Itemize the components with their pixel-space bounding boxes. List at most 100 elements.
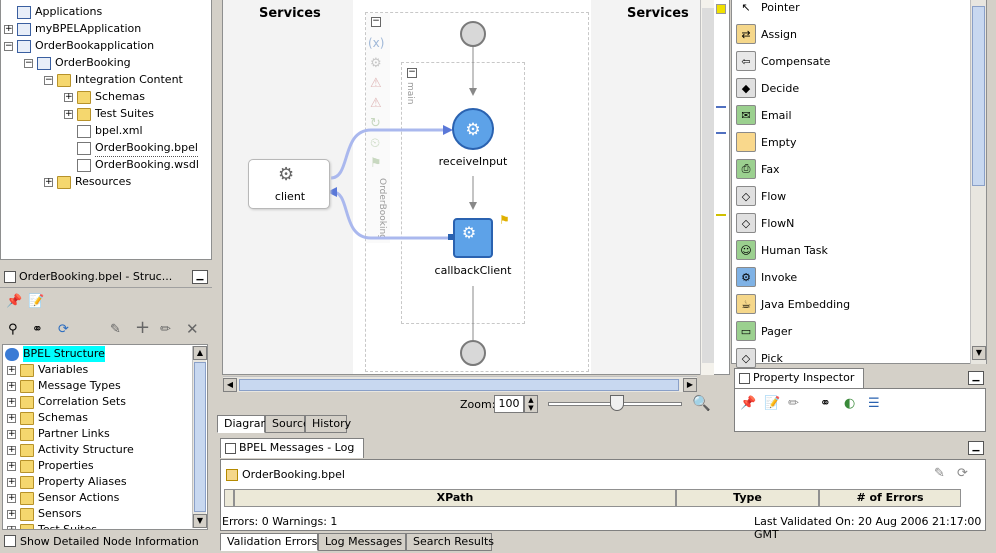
list-icon[interactable]: ☰	[868, 396, 880, 412]
structure-root[interactable]: BPEL Structure	[5, 346, 105, 362]
expand-icon[interactable]: +	[7, 525, 16, 529]
scroll-right-button[interactable]: ▶	[683, 378, 697, 392]
tab-search-results[interactable]: Search Results	[406, 533, 494, 551]
warning-marker[interactable]	[716, 4, 726, 14]
column-header-errors[interactable]: # of Errors	[819, 489, 961, 507]
app-tree-item[interactable]: − OrderBookapplication	[4, 38, 154, 54]
properties-icon[interactable]: 📝	[764, 396, 780, 412]
diagram-hscroll-thumb[interactable]	[239, 379, 679, 391]
app-tree-item[interactable]: − Integration Content	[44, 72, 183, 88]
palette-item-assign[interactable]: ⇄ Assign	[736, 23, 797, 45]
palette-item-empty[interactable]: Empty	[736, 131, 796, 153]
delete-icon[interactable]: ✕	[186, 321, 199, 337]
palette-scrollbar[interactable]: ▼	[970, 0, 986, 364]
expand-icon[interactable]: +	[7, 477, 16, 487]
palette-item-java-embedding[interactable]: ☕ Java Embedding	[736, 293, 850, 315]
app-tree-item[interactable]: + Schemas	[64, 89, 145, 105]
palette-item-flown[interactable]: ◇ FlowN	[736, 212, 794, 234]
structure-item[interactable]: + Partner Links	[7, 426, 110, 442]
structure-item[interactable]: + Sensors	[7, 506, 81, 522]
palette-scroll-thumb[interactable]	[972, 6, 985, 186]
app-tree-item[interactable]: bpel.xml	[64, 123, 143, 139]
expand-icon[interactable]: +	[7, 397, 16, 407]
pin-icon[interactable]: 📌	[6, 294, 22, 310]
log-minimize-button[interactable]: ▁	[968, 441, 984, 455]
structure-item[interactable]: + Variables	[7, 362, 88, 378]
app-tree-item[interactable]: Applications	[4, 4, 102, 20]
property-inspector-tab[interactable]: Property Inspector	[734, 368, 864, 388]
palette-item-pager[interactable]: ▭ Pager	[736, 320, 792, 342]
tab-source[interactable]: Source	[265, 415, 310, 433]
column-header-type[interactable]: Type	[676, 489, 819, 507]
expand-icon[interactable]: +	[7, 365, 16, 375]
expand-icon[interactable]: +	[64, 92, 73, 102]
palette-item-pick[interactable]: ◇ Pick	[736, 347, 783, 369]
tab-log-messages[interactable]: Log Messages	[318, 533, 406, 551]
app-tree-item[interactable]: + myBPELApplication	[4, 21, 141, 37]
column-header-xpath[interactable]: XPath	[234, 489, 676, 507]
expand-icon[interactable]: +	[7, 381, 16, 391]
tab-validation-errors[interactable]: Validation Errors	[220, 533, 318, 551]
palette-scroll-down[interactable]: ▼	[972, 346, 986, 360]
structure-item[interactable]: + Test Suites	[7, 522, 97, 529]
end-node[interactable]	[460, 340, 486, 366]
structure-item[interactable]: + Activity Structure	[7, 442, 134, 458]
app-tree-item[interactable]: OrderBooking.bpel	[64, 140, 198, 157]
palette-item-human-task[interactable]: ☺ Human Task	[736, 239, 828, 261]
zoom-fit-icon[interactable]: 🔍	[692, 394, 711, 412]
structure-item[interactable]: + Schemas	[7, 410, 88, 426]
collapse-icon[interactable]: −	[4, 41, 13, 51]
sync-icon[interactable]: ⟳	[58, 322, 69, 338]
pin-icon[interactable]: 📌	[740, 396, 756, 412]
diagram-vscroll-thumb[interactable]	[702, 8, 714, 363]
properties-icon[interactable]: 📝	[28, 294, 44, 310]
expand-icon[interactable]: +	[44, 177, 53, 187]
scroll-down-button[interactable]: ▼	[193, 514, 207, 528]
scroll-left-button[interactable]: ◀	[223, 378, 237, 392]
refresh-icon[interactable]: ⟳	[957, 466, 968, 482]
diagram-vscrollbar[interactable]	[700, 0, 714, 375]
expand-icon[interactable]: +	[7, 413, 16, 423]
expand-icon[interactable]: +	[7, 445, 16, 455]
palette-item-email[interactable]: ✉ Email	[736, 104, 792, 126]
structure-minimize-button[interactable]: ▁	[192, 270, 208, 284]
structure-item[interactable]: + Properties	[7, 458, 94, 474]
expand-icon[interactable]: +	[7, 509, 16, 519]
palette-item-pointer[interactable]: ↖ Pointer	[736, 0, 800, 18]
log-title-tab[interactable]: BPEL Messages - Log	[220, 438, 364, 458]
app-tree-item[interactable]: − OrderBooking	[24, 55, 131, 71]
diagram-canvas[interactable]: Services Services − (x) ⚙ ⚠ ⚠ ↻ ⏲ ⚑ Orde…	[222, 0, 730, 375]
categories-icon[interactable]: ◐	[844, 396, 855, 412]
tools-icon[interactable]: ✎	[110, 322, 121, 338]
zoom-input[interactable]: 100	[494, 395, 524, 413]
zoom-spinner[interactable]: ▲ ▼	[524, 395, 538, 413]
edit-icon[interactable]: ✏	[160, 322, 171, 338]
client-partner-link[interactable]: ⚙ client	[248, 159, 330, 209]
add-icon[interactable]: +	[135, 319, 150, 337]
find-icon[interactable]: ⚭	[32, 322, 43, 338]
structure-item[interactable]: + Sensor Actions	[7, 490, 119, 506]
start-node[interactable]	[460, 21, 486, 47]
structure-item[interactable]: + Property Aliases	[7, 474, 127, 490]
palette-item-fax[interactable]: ⎙ Fax	[736, 158, 780, 180]
expand-icon[interactable]: +	[4, 24, 13, 34]
expand-icon[interactable]: +	[7, 429, 16, 439]
scroll-up-button[interactable]: ▲	[193, 346, 207, 360]
tools-icon[interactable]: ✎	[934, 466, 945, 482]
diagram-hscrollbar[interactable]: ◀ ▶	[223, 376, 697, 392]
palette-item-compensate[interactable]: ⇦ Compensate	[736, 50, 830, 72]
app-tree-item[interactable]: OrderBooking.wsdl	[64, 157, 199, 173]
structure-item[interactable]: + Correlation Sets	[7, 394, 126, 410]
expand-icon[interactable]: +	[64, 109, 73, 119]
collapse-icon[interactable]: −	[44, 75, 53, 85]
app-tree-item[interactable]: + Test Suites	[64, 106, 154, 122]
expand-icon[interactable]: +	[7, 461, 16, 471]
edit-icon[interactable]: ✏	[788, 396, 799, 412]
zoom-slider-thumb[interactable]	[610, 395, 624, 411]
property-inspector-minimize[interactable]: ▁	[968, 371, 984, 385]
expand-icon[interactable]: +	[7, 493, 16, 503]
palette-item-invoke[interactable]: ⚙ Invoke	[736, 266, 797, 288]
filter-icon[interactable]: ⚲	[8, 322, 18, 338]
structure-item[interactable]: + Message Types	[7, 378, 121, 394]
tab-history[interactable]: History	[305, 415, 351, 433]
